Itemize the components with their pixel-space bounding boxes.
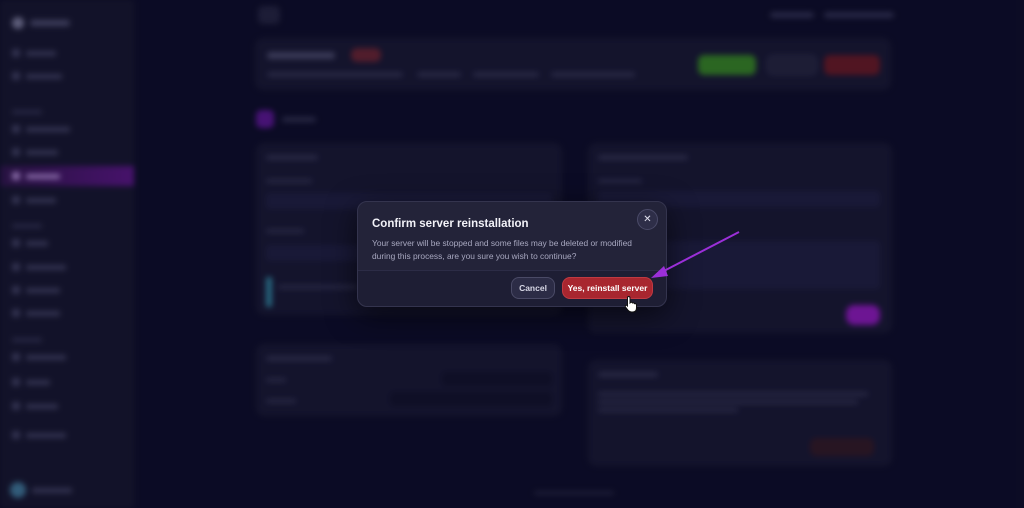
dialog-title: Confirm server reinstallation bbox=[372, 218, 529, 230]
dialog-message: Your server will be stopped and some fil… bbox=[372, 238, 632, 261]
reinstall-confirm-button[interactable]: Yes, reinstall server bbox=[562, 277, 653, 299]
cancel-button[interactable]: Cancel bbox=[511, 277, 555, 299]
close-icon[interactable]: ✕ bbox=[637, 209, 658, 230]
mouse-pointer-icon bbox=[624, 295, 637, 313]
